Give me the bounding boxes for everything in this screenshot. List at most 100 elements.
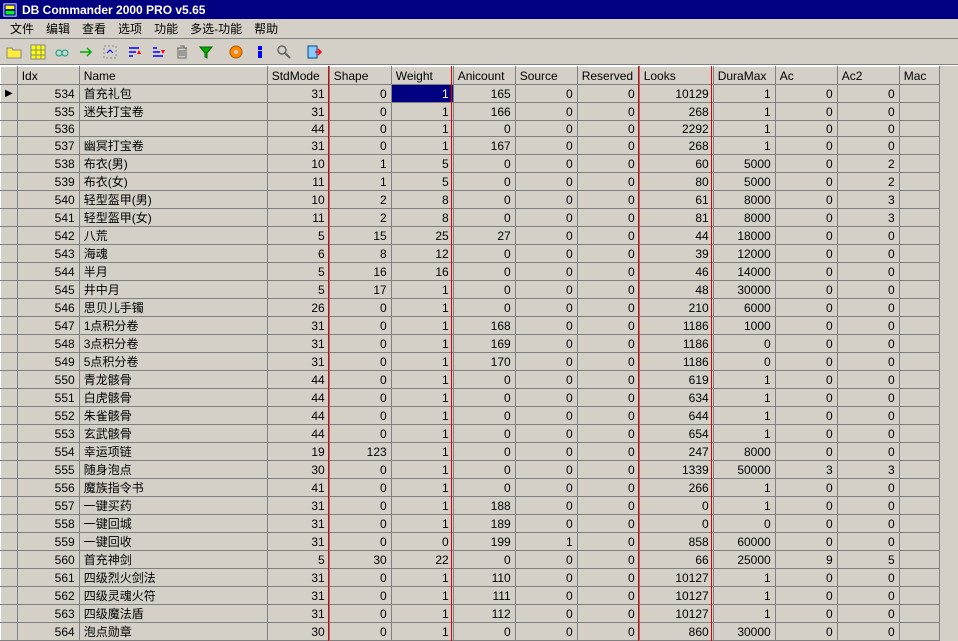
cell-Weight[interactable]: 5 (391, 155, 453, 173)
cell-Source[interactable]: 0 (515, 569, 577, 587)
cell-Shape[interactable]: 0 (329, 371, 391, 389)
cell-Ac2[interactable]: 3 (837, 461, 899, 479)
col-header-Ac[interactable]: Ac (775, 67, 837, 85)
col-header-Name[interactable]: Name (79, 67, 267, 85)
cell-rowhdr[interactable] (1, 407, 18, 425)
cell-Mac[interactable] (899, 443, 939, 461)
table-row[interactable]: 560首充神剑53022000662500095 (1, 551, 940, 569)
sort-desc-icon[interactable] (147, 41, 169, 63)
cell-Reserved[interactable]: 0 (577, 569, 639, 587)
cell-Looks[interactable]: 634 (639, 389, 713, 407)
cell-Name[interactable]: 迷失打宝卷 (79, 103, 267, 121)
table-row[interactable]: 557一键买药3101188000100 (1, 497, 940, 515)
cell-Shape[interactable]: 0 (329, 623, 391, 641)
cell-DuraMax[interactable]: 6000 (713, 299, 775, 317)
arrow-right-icon[interactable] (75, 41, 97, 63)
cell-StdMode[interactable]: 44 (267, 371, 329, 389)
cell-Name[interactable] (79, 121, 267, 137)
cell-Idx[interactable]: 557 (17, 497, 79, 515)
cell-rowhdr[interactable] (1, 155, 18, 173)
cell-Mac[interactable] (899, 263, 939, 281)
cell-Source[interactable]: 0 (515, 209, 577, 227)
cell-StdMode[interactable]: 11 (267, 209, 329, 227)
cell-Shape[interactable]: 2 (329, 209, 391, 227)
cell-Ac2[interactable]: 2 (837, 155, 899, 173)
cell-Name[interactable]: 1点积分卷 (79, 317, 267, 335)
cell-Source[interactable]: 0 (515, 461, 577, 479)
cell-Mac[interactable] (899, 569, 939, 587)
cell-Reserved[interactable]: 0 (577, 497, 639, 515)
cell-Name[interactable]: 海魂 (79, 245, 267, 263)
col-header-Anicount[interactable]: Anicount (453, 67, 515, 85)
cell-DuraMax[interactable]: 30000 (713, 281, 775, 299)
cell-Reserved[interactable]: 0 (577, 263, 639, 281)
table-row[interactable]: 563四级魔法盾31011120010127100 (1, 605, 940, 623)
cell-Looks[interactable]: 1339 (639, 461, 713, 479)
cell-DuraMax[interactable]: 5000 (713, 155, 775, 173)
cell-Idx[interactable]: 544 (17, 263, 79, 281)
cell-Shape[interactable]: 0 (329, 533, 391, 551)
cell-Ac[interactable]: 0 (775, 497, 837, 515)
cell-rowhdr[interactable] (1, 515, 18, 533)
cell-Anicount[interactable]: 168 (453, 317, 515, 335)
cell-Ac[interactable]: 3 (775, 461, 837, 479)
table-row[interactable]: 555随身泡点300100013395000033 (1, 461, 940, 479)
cell-Reserved[interactable]: 0 (577, 605, 639, 623)
cell-rowhdr[interactable] (1, 281, 18, 299)
cell-StdMode[interactable]: 31 (267, 137, 329, 155)
table-row[interactable]: 542八荒515252700441800000 (1, 227, 940, 245)
cell-Name[interactable]: 井中月 (79, 281, 267, 299)
cell-Shape[interactable]: 0 (329, 605, 391, 623)
cell-Source[interactable]: 0 (515, 299, 577, 317)
cell-Reserved[interactable]: 0 (577, 227, 639, 245)
col-header-rowhdr[interactable] (1, 67, 18, 85)
cell-rowhdr[interactable] (1, 227, 18, 245)
cell-Shape[interactable]: 0 (329, 461, 391, 479)
cell-Shape[interactable]: 0 (329, 335, 391, 353)
cell-DuraMax[interactable]: 18000 (713, 227, 775, 245)
cell-Source[interactable]: 0 (515, 173, 577, 191)
cell-Ac2[interactable]: 0 (837, 317, 899, 335)
cell-Anicount[interactable]: 111 (453, 587, 515, 605)
cell-Weight[interactable]: 22 (391, 551, 453, 569)
filter-icon[interactable] (195, 41, 217, 63)
cell-DuraMax[interactable]: 1000 (713, 317, 775, 335)
cell-DuraMax[interactable]: 8000 (713, 443, 775, 461)
cell-Ac[interactable]: 0 (775, 515, 837, 533)
cell-Weight[interactable]: 1 (391, 623, 453, 641)
cell-Shape[interactable]: 0 (329, 121, 391, 137)
cell-Ac[interactable]: 0 (775, 85, 837, 103)
cell-Shape[interactable]: 0 (329, 103, 391, 121)
cell-DuraMax[interactable]: 1 (713, 371, 775, 389)
cell-rowhdr[interactable] (1, 121, 18, 137)
cell-Idx[interactable]: 554 (17, 443, 79, 461)
menu-2[interactable]: 查看 (76, 18, 112, 39)
cell-Anicount[interactable]: 0 (453, 389, 515, 407)
cell-Weight[interactable]: 25 (391, 227, 453, 245)
cell-Mac[interactable] (899, 173, 939, 191)
cell-Reserved[interactable]: 0 (577, 407, 639, 425)
cell-Ac2[interactable]: 0 (837, 497, 899, 515)
cell-DuraMax[interactable]: 25000 (713, 551, 775, 569)
cell-Name[interactable]: 首充神剑 (79, 551, 267, 569)
cell-Anicount[interactable]: 0 (453, 371, 515, 389)
cell-Reserved[interactable]: 0 (577, 191, 639, 209)
cell-Name[interactable]: 一键买药 (79, 497, 267, 515)
cell-Idx[interactable]: 562 (17, 587, 79, 605)
cell-Reserved[interactable]: 0 (577, 137, 639, 155)
cell-rowhdr[interactable] (1, 209, 18, 227)
cell-Anicount[interactable]: 0 (453, 551, 515, 569)
cell-Idx[interactable]: 561 (17, 569, 79, 587)
cell-DuraMax[interactable]: 1 (713, 103, 775, 121)
cell-Source[interactable]: 0 (515, 103, 577, 121)
col-header-StdMode[interactable]: StdMode (267, 67, 329, 85)
cell-Shape[interactable]: 0 (329, 137, 391, 155)
cell-Idx[interactable]: 540 (17, 191, 79, 209)
cell-Source[interactable]: 0 (515, 371, 577, 389)
cell-Looks[interactable]: 619 (639, 371, 713, 389)
cell-DuraMax[interactable]: 1 (713, 425, 775, 443)
cell-Reserved[interactable]: 0 (577, 121, 639, 137)
cell-rowhdr[interactable] (1, 191, 18, 209)
cell-Source[interactable]: 0 (515, 317, 577, 335)
cell-Reserved[interactable]: 0 (577, 281, 639, 299)
